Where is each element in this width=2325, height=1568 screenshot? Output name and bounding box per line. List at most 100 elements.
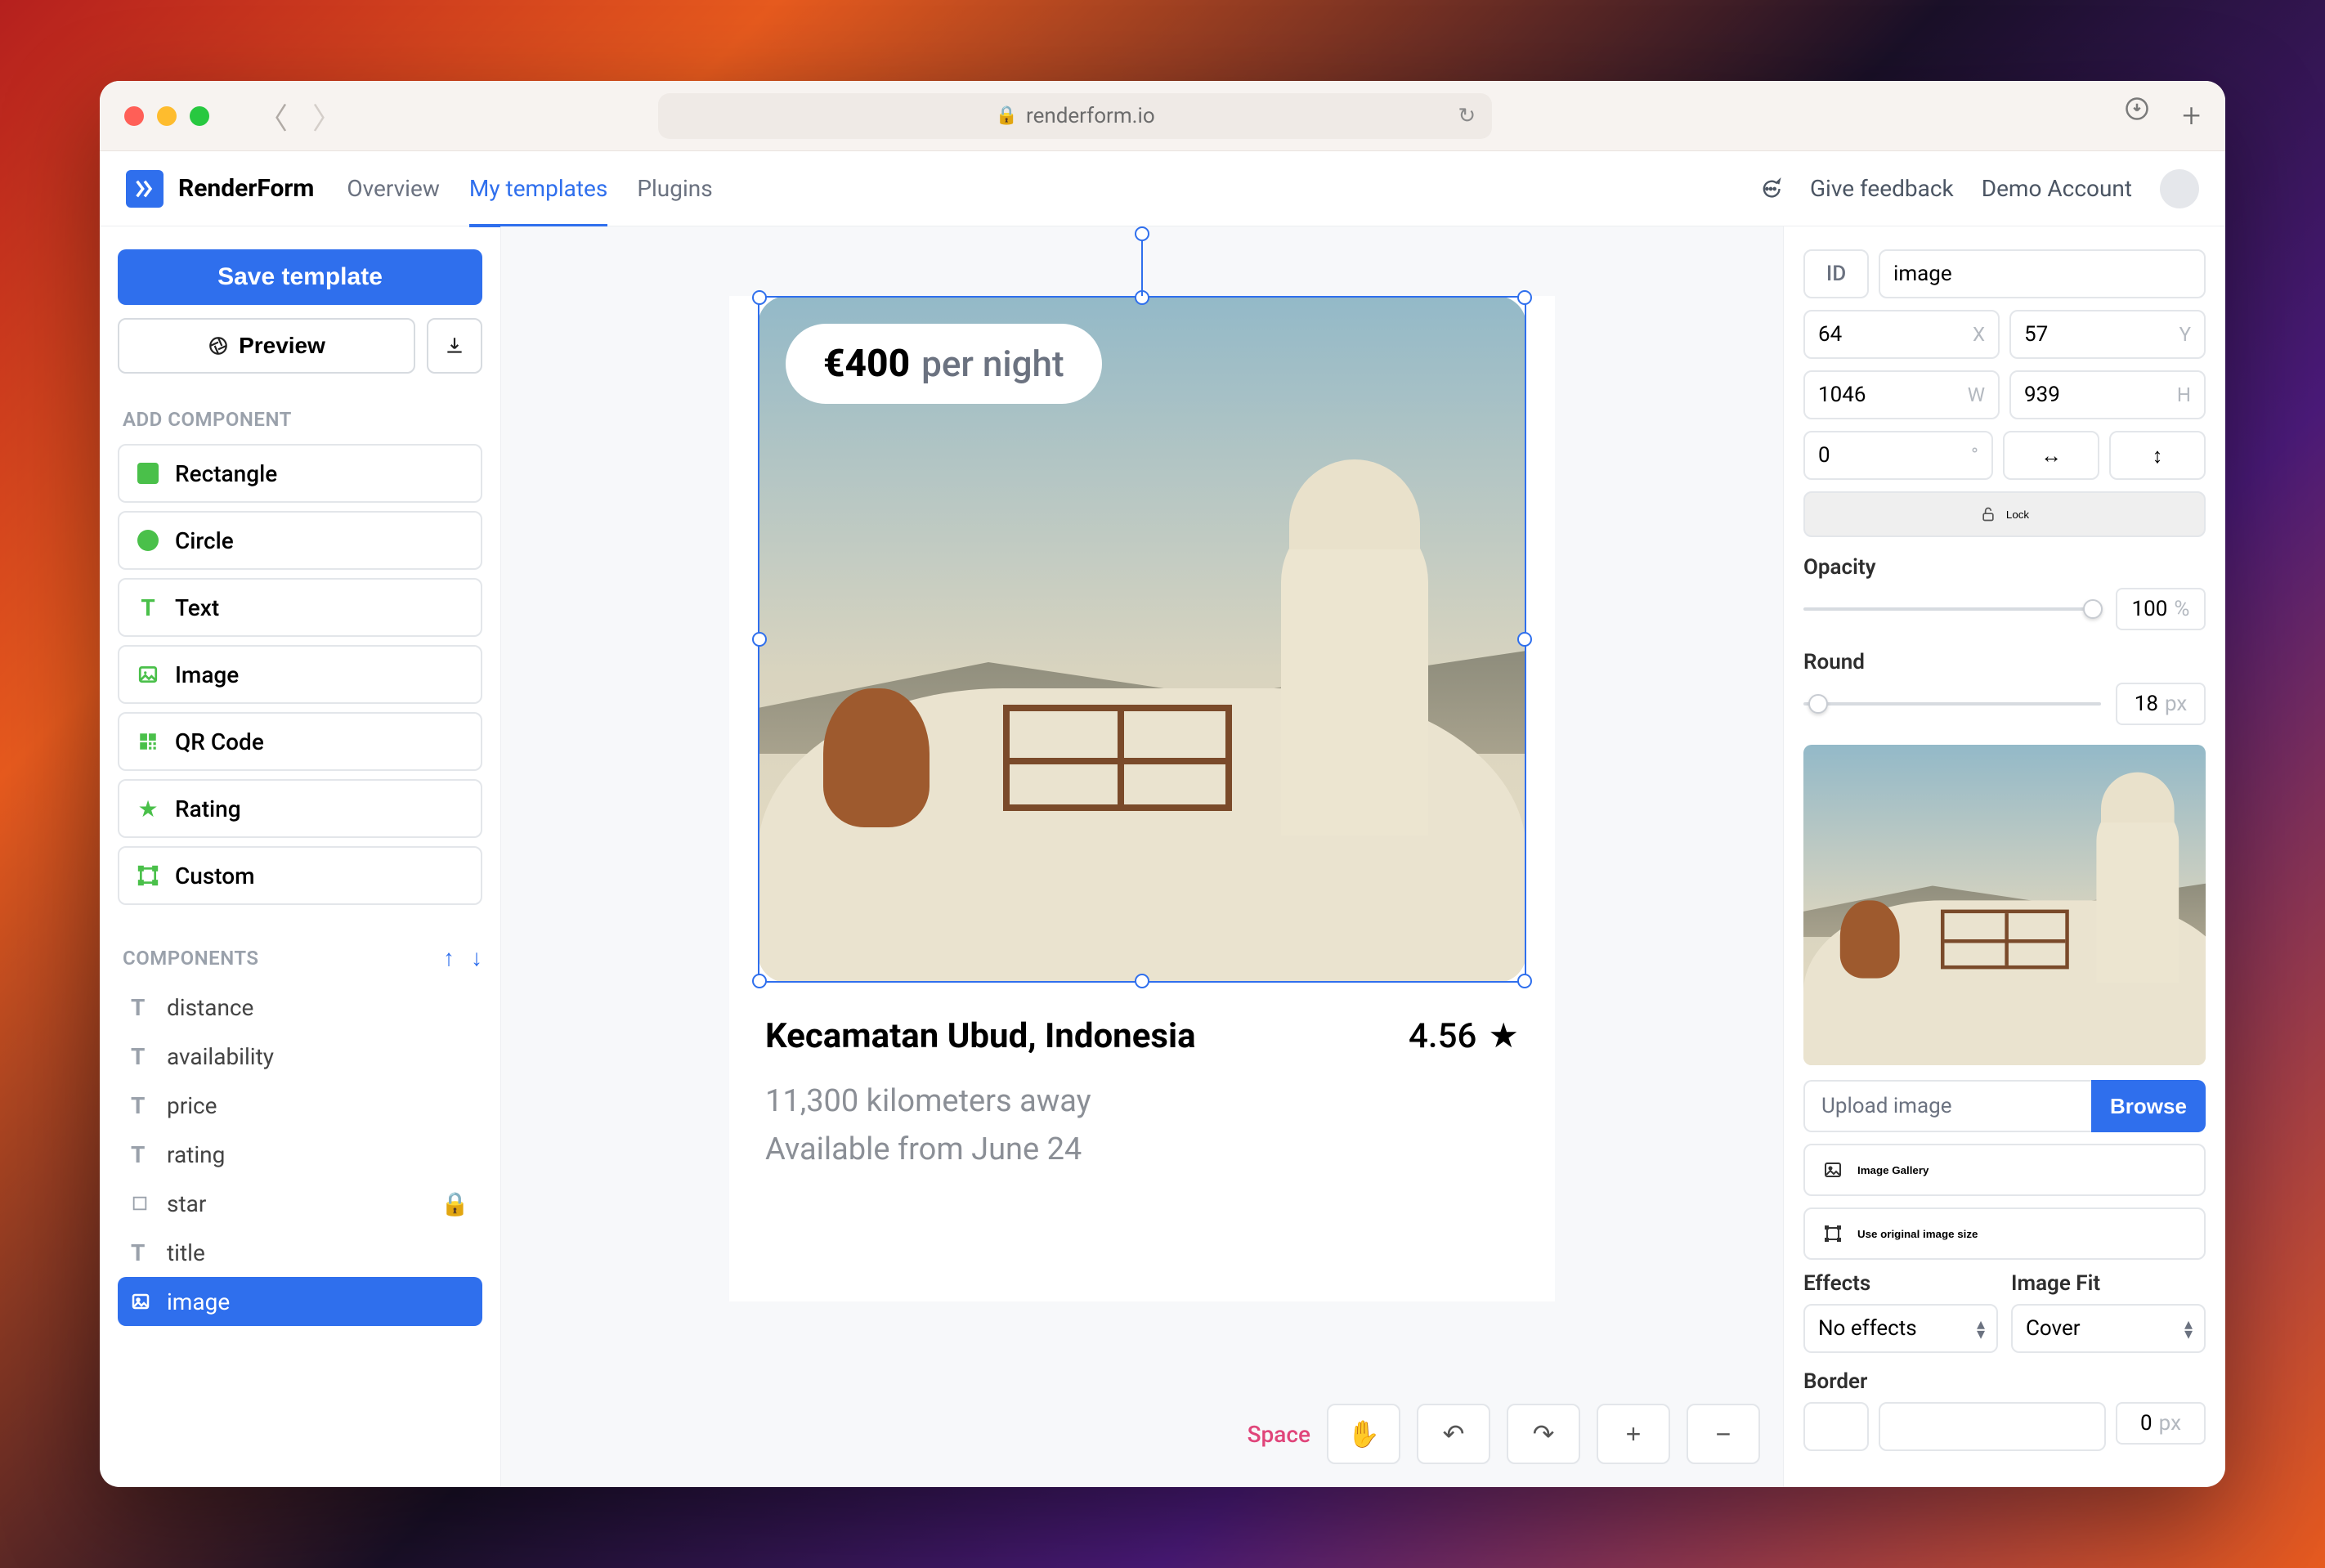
zoom-out-button[interactable]: − [1687,1404,1760,1464]
layer-price[interactable]: Tprice [118,1081,482,1130]
lock-button[interactable]: Lock [1803,491,2206,537]
undo-button[interactable]: ↶ [1417,1404,1490,1464]
image-gallery-button[interactable]: Image Gallery [1803,1144,2206,1196]
lock-icon [1980,506,1996,522]
round-slider[interactable] [1803,702,2101,706]
layer-title[interactable]: Ttitle [118,1228,482,1277]
image-preview [1803,745,2206,1065]
download-button[interactable] [427,318,482,374]
image-icon [136,662,160,687]
redo-button[interactable]: ↷ [1507,1404,1580,1464]
height-field[interactable]: 939H [2009,370,2206,419]
preview-button[interactable]: Preview [118,318,415,374]
opacity-slider[interactable] [1803,607,2101,611]
lock-icon: 🔒 [996,105,1018,126]
image-fit-select[interactable]: Cover▴▾ [2011,1304,2206,1353]
image-fit-label: Image Fit [2011,1271,2206,1296]
browse-button[interactable]: Browse [2091,1080,2206,1132]
id-field[interactable]: image [1879,249,2206,298]
nav-plugins[interactable]: Plugins [637,151,712,226]
rectangle-icon [137,463,159,484]
border-width-field[interactable]: 0px [2116,1402,2206,1445]
downloads-icon[interactable] [2125,96,2149,135]
browser-window: 〈 〉 🔒 renderform.io ↻ + RenderForm Overv… [100,81,2225,1487]
flip-vertical-button[interactable]: ↕ [2109,431,2206,480]
add-circle[interactable]: Circle [118,511,482,570]
logo-icon[interactable] [126,170,164,208]
window-controls [124,106,209,126]
inspector: ID image 64X 57Y 1046W 939H 0° ↔ ↕ Lock … [1784,226,2225,1487]
app-header: RenderForm Overview My templates Plugins… [100,151,2225,226]
border-color-swatch[interactable] [1803,1402,1869,1451]
round-value[interactable]: 18px [2116,683,2206,725]
opacity-label: Opacity [1803,555,2206,580]
nav-overview[interactable]: Overview [347,151,440,226]
image-icon [1823,1160,1843,1180]
card-distance: 11,300 kilometers away [765,1077,1519,1126]
url-bar[interactable]: 🔒 renderform.io ↻ [658,93,1492,139]
width-field[interactable]: 1046W [1803,370,2000,419]
lock-icon: 🔒 [441,1190,469,1217]
components-label: COMPONENTS [123,947,259,970]
card-rating: 4.56 ★ [1409,1015,1519,1056]
nav-my-templates[interactable]: My templates [469,153,607,227]
zoom-in-button[interactable]: + [1597,1404,1670,1464]
y-field[interactable]: 57Y [2009,310,2206,359]
original-size-button[interactable]: Use original image size [1803,1207,2206,1260]
maximize-window-icon[interactable] [190,106,209,126]
layer-star[interactable]: star🔒 [118,1179,482,1228]
selection-box[interactable] [758,296,1526,983]
aperture-icon [208,335,229,356]
move-up-icon[interactable]: ↑ [443,944,455,971]
effects-select[interactable]: No effects▴▾ [1803,1304,1998,1353]
crop-icon [1823,1224,1843,1243]
add-component-label: ADD COMPONENT [123,408,482,431]
add-rating[interactable]: ★Rating [118,779,482,838]
add-text[interactable]: TText [118,578,482,637]
save-template-button[interactable]: Save template [118,249,482,305]
layer-rating[interactable]: Trating [118,1130,482,1179]
url-text: renderform.io [1026,104,1155,128]
add-image[interactable]: Image [118,645,482,704]
layer-availability[interactable]: Tavailability [118,1032,482,1081]
pan-tool-button[interactable]: ✋ [1327,1404,1400,1464]
id-label: ID [1803,249,1869,298]
star-icon: ★ [1488,1015,1519,1056]
add-custom[interactable]: Custom [118,846,482,905]
effects-label: Effects [1803,1271,1998,1296]
rotation-field[interactable]: 0° [1803,431,1993,480]
give-feedback-link[interactable]: Give feedback [1810,175,1954,202]
avatar[interactable] [2160,169,2199,208]
new-tab-icon[interactable]: + [2182,96,2201,135]
reload-icon[interactable]: ↻ [1458,104,1476,128]
forward-icon[interactable]: 〉 [312,95,342,137]
left-sidebar: Save template Preview ADD COMPONENT Rect… [100,226,500,1487]
account-name[interactable]: Demo Account [1982,175,2132,202]
border-color-field[interactable] [1879,1402,2106,1451]
circle-icon [137,530,159,551]
text-icon: T [136,595,160,620]
card-title: Kecamatan Ubud, Indonesia [765,1016,1196,1056]
x-field[interactable]: 64X [1803,310,2000,359]
move-down-icon[interactable]: ↓ [471,944,482,971]
close-window-icon[interactable] [124,106,144,126]
layer-distance[interactable]: Tdistance [118,983,482,1032]
layer-image[interactable]: image [118,1277,482,1326]
minimize-window-icon[interactable] [157,106,177,126]
add-rectangle[interactable]: Rectangle [118,444,482,503]
upload-image-field[interactable]: Upload image [1803,1080,2091,1132]
opacity-value[interactable]: 100% [2116,588,2206,630]
rotate-handle[interactable] [1135,226,1149,241]
titlebar: 〈 〉 🔒 renderform.io ↻ + [100,81,2225,151]
add-qrcode[interactable]: QR Code [118,712,482,771]
border-label: Border [1803,1369,2206,1394]
feedback-icon [1759,177,1782,200]
canvas[interactable]: €400 per night Kecamatan Ubud, Indonesia… [500,226,1784,1487]
canvas-toolbar: Space ✋ ↶ ↷ + − [1248,1404,1760,1464]
space-indicator: Space [1248,1421,1310,1448]
star-icon: ★ [136,796,160,821]
flip-horizontal-button[interactable]: ↔ [2003,431,2099,480]
round-label: Round [1803,650,2206,674]
back-icon[interactable]: 〈 [258,95,288,137]
custom-icon [136,863,160,888]
